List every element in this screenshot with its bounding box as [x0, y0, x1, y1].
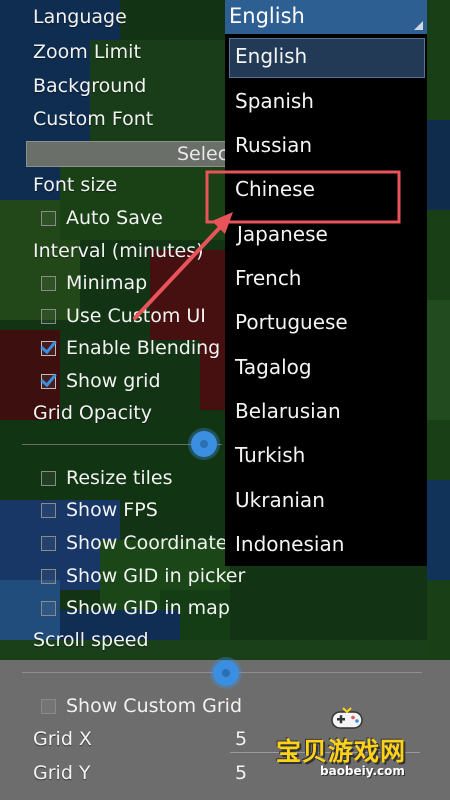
watermark-url: baobeiy.com [320, 764, 405, 778]
annotation-arrow-line [133, 220, 227, 320]
annotation-overlay [133, 170, 401, 320]
watermark-title: 宝贝游戏网 [276, 737, 407, 766]
site-watermark: 宝贝游戏网 baobeiy.com [276, 704, 450, 800]
annotation-highlight-box [205, 170, 401, 224]
gamepad-icon [331, 707, 363, 729]
